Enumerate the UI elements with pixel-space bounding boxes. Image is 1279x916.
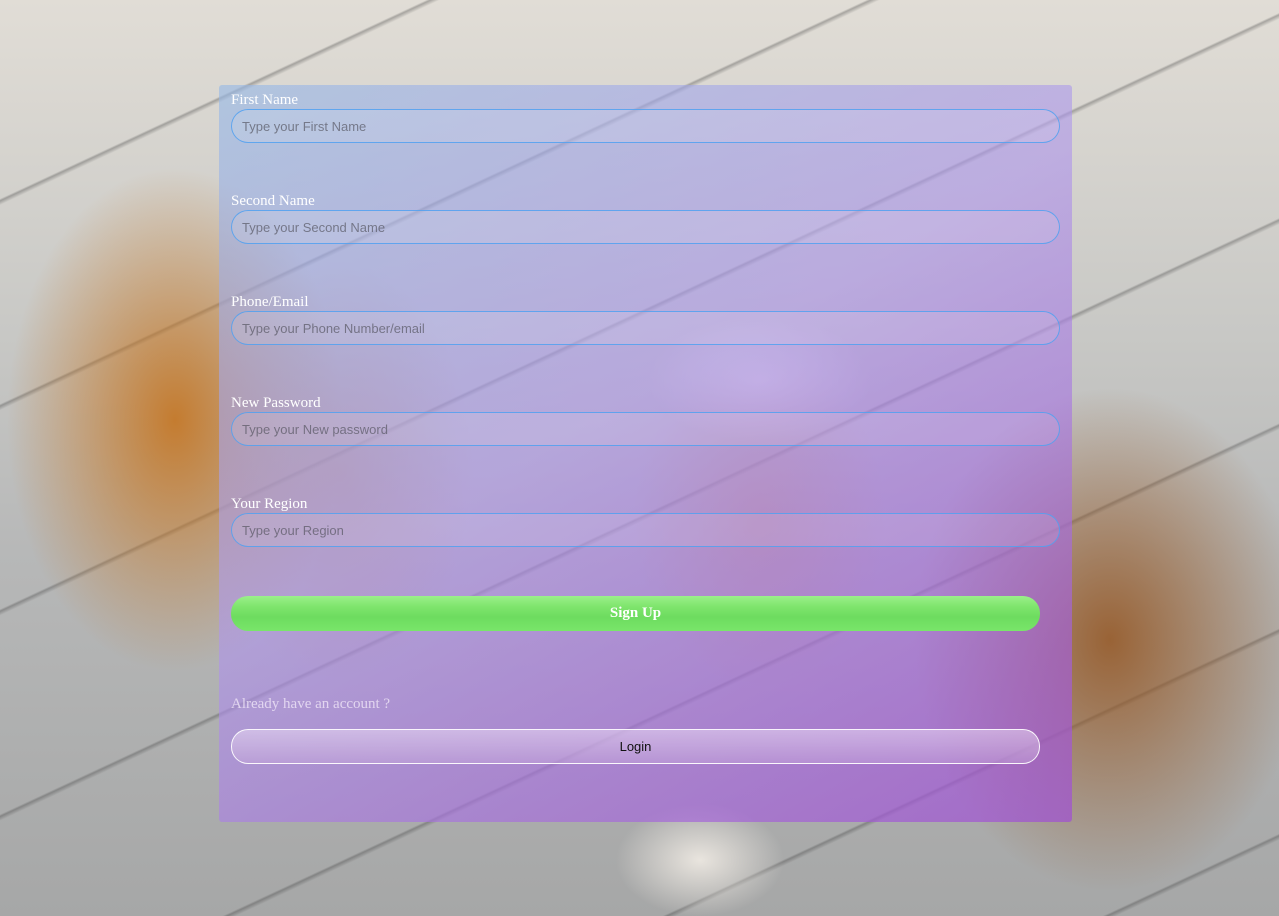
phone-email-label: Phone/Email (231, 294, 309, 310)
first-name-label: First Name (231, 92, 299, 108)
new-password-label: New Password (231, 395, 321, 411)
second-name-input[interactable] (231, 210, 1060, 244)
phone-email-input[interactable] (231, 311, 1060, 345)
signup-form-panel: First Name Second Name Phone/Email New P… (219, 85, 1072, 822)
new-password-input[interactable] (231, 412, 1060, 446)
first-name-input[interactable] (231, 109, 1060, 143)
second-name-label: Second Name (231, 193, 315, 209)
region-label: Your Region (231, 496, 308, 512)
login-button[interactable]: Login (231, 729, 1040, 764)
sign-up-button[interactable]: Sign Up (231, 596, 1040, 631)
already-have-account-text: Already have an account ? (231, 696, 391, 712)
region-input[interactable] (231, 513, 1060, 547)
